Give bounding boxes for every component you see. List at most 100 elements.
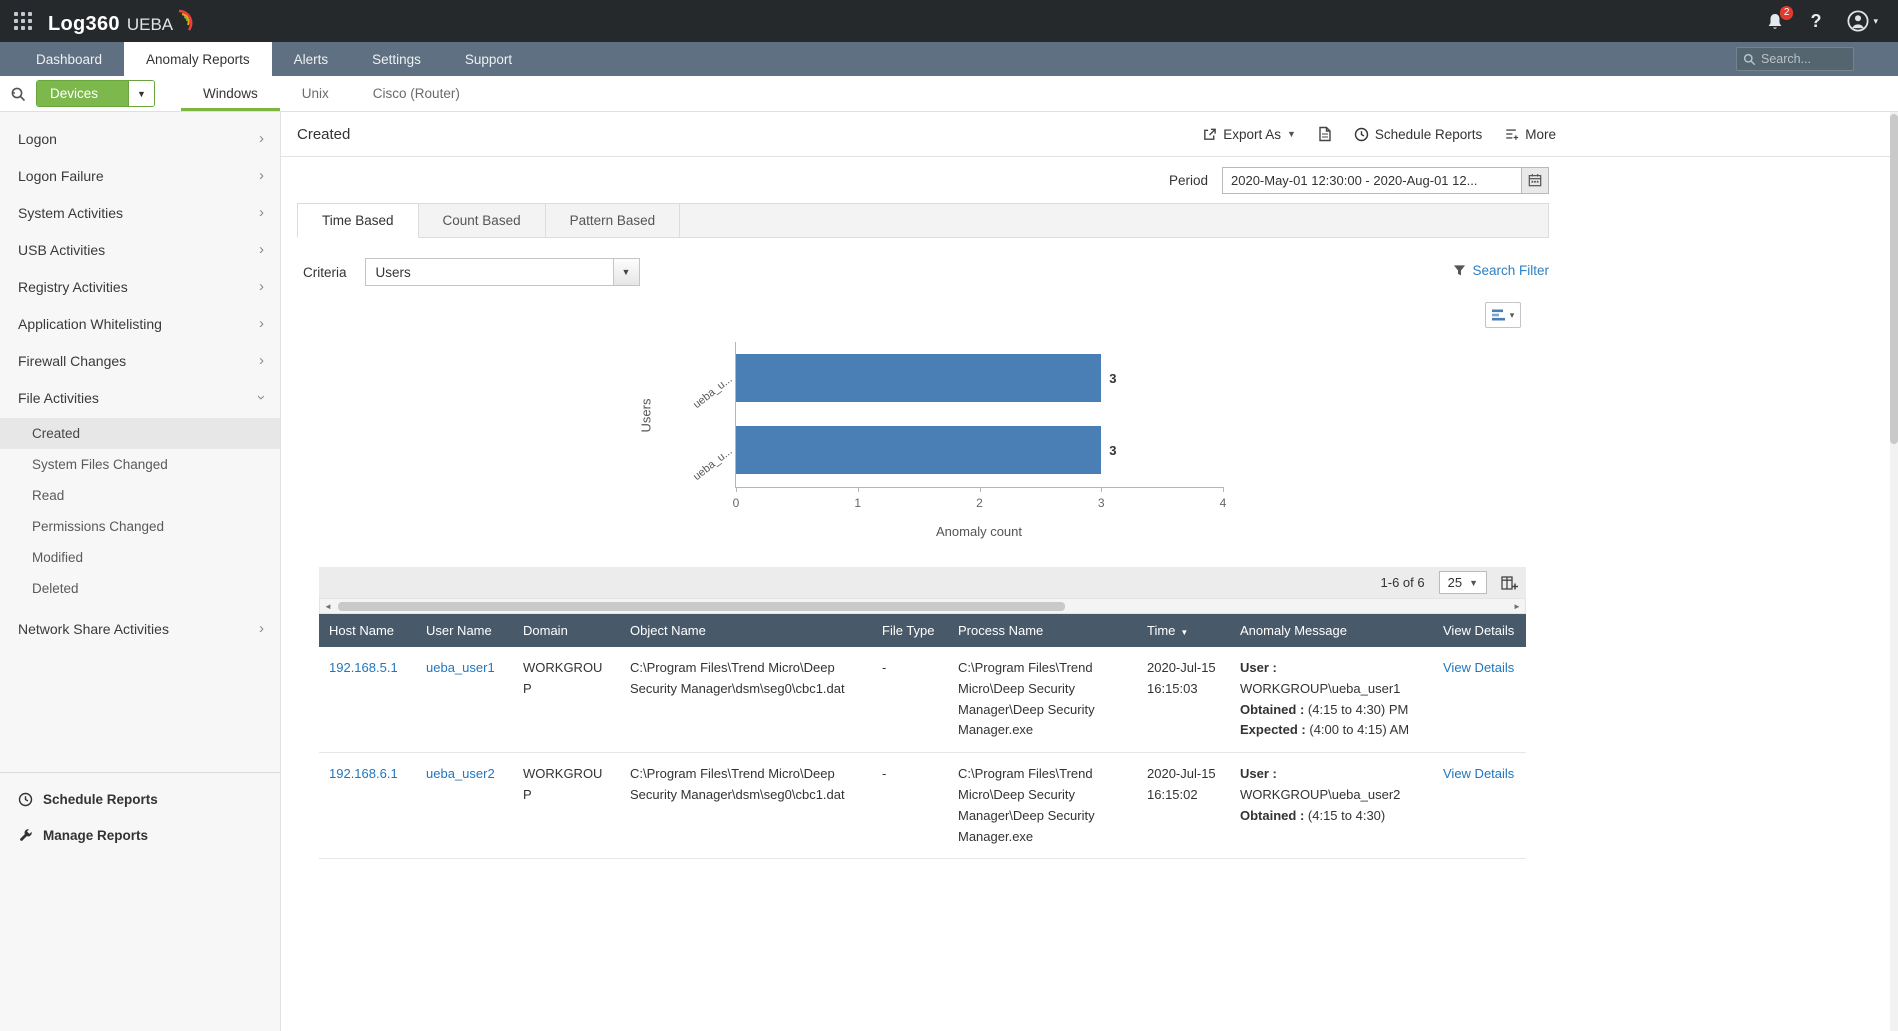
period-row: Period <box>297 157 1549 203</box>
host-link[interactable]: 192.168.5.1 <box>329 660 398 675</box>
host-link[interactable]: 192.168.6.1 <box>329 766 398 781</box>
help-button[interactable]: ? <box>1810 11 1821 32</box>
search-icon <box>1743 53 1756 66</box>
column-header-file-type[interactable]: File Type <box>872 614 948 647</box>
view-details-link[interactable]: View Details <box>1443 660 1514 675</box>
column-header-process-name[interactable]: Process Name <box>948 614 1137 647</box>
page-title: Created <box>297 126 350 143</box>
main-navigation: Dashboard Anomaly Reports Alerts Setting… <box>0 42 1898 76</box>
more-label: More <box>1525 127 1556 142</box>
schedule-reports-button[interactable]: Schedule Reports <box>1354 127 1482 142</box>
cell-anomaly-message: User : WORKGROUP\ueba_user2 Obtained : (… <box>1230 753 1433 859</box>
sidebar-item-logon[interactable]: Logon › <box>0 120 280 157</box>
msg-obtained-label: Obtained : <box>1240 808 1304 823</box>
app-launcher-icon[interactable] <box>14 12 32 30</box>
sidebar-item-usb-activities[interactable]: USB Activities › <box>0 231 280 268</box>
chart-category-label: ueba_u... <box>691 444 736 483</box>
devices-dropdown[interactable]: Devices ▼ <box>36 80 155 107</box>
sidebar-item-logon-failure[interactable]: Logon Failure › <box>0 157 280 194</box>
scroll-left-arrow[interactable]: ◄ <box>320 599 336 613</box>
sidebar-item-deleted[interactable]: Deleted <box>0 573 280 604</box>
time-date: 2020-Jul-15 <box>1147 764 1220 785</box>
report-header-row: Created Export As ▼ <box>281 112 1898 157</box>
sidebar-spacer <box>0 647 280 772</box>
cell-domain: WORKGROUP <box>513 753 620 859</box>
sidebar-schedule-reports[interactable]: Schedule Reports <box>0 781 280 817</box>
user-link[interactable]: ueba_user1 <box>426 660 495 675</box>
sidebar-item-label: System Activities <box>18 205 259 221</box>
tab-alerts[interactable]: Alerts <box>272 42 351 76</box>
sidebar-footer-label: Manage Reports <box>43 828 148 843</box>
column-header-object-name[interactable]: Object Name <box>620 614 872 647</box>
export-as-button[interactable]: Export As ▼ <box>1202 127 1296 142</box>
column-header-time-label: Time <box>1147 623 1175 638</box>
notifications-button[interactable]: 2 <box>1766 12 1784 31</box>
sidebar-item-network-share-activities[interactable]: Network Share Activities › <box>0 610 280 647</box>
tab-windows[interactable]: Windows <box>181 76 280 111</box>
chart-bar[interactable] <box>736 354 1101 402</box>
sidebar-item-file-activities[interactable]: File Activities › <box>0 379 280 416</box>
report-body: Period Time Based Count Based Pattern Ba… <box>297 157 1549 859</box>
column-header-anomaly-message[interactable]: Anomaly Message <box>1230 614 1433 647</box>
chevron-right-icon: › <box>259 315 264 332</box>
chart-type-selector[interactable]: ▾ <box>1485 302 1521 328</box>
sidebar-footer-label: Schedule Reports <box>43 792 158 807</box>
criteria-select[interactable]: Users ▼ <box>365 258 640 286</box>
scrollbar-thumb[interactable] <box>1890 114 1898 444</box>
user-link[interactable]: ueba_user2 <box>426 766 495 781</box>
anomaly-chart: ▾ Users ueba_u... ueba_u... 3 3 <box>297 294 1549 549</box>
user-menu-button[interactable]: ▾ <box>1847 10 1878 32</box>
tab-cisco-router[interactable]: Cisco (Router) <box>351 76 482 111</box>
chevron-down-icon: › <box>253 395 270 400</box>
sidebar-item-application-whitelisting[interactable]: Application Whitelisting › <box>0 305 280 342</box>
sidebar-item-modified[interactable]: Modified <box>0 542 280 573</box>
export-schedule-button[interactable] <box>1318 126 1332 142</box>
criteria-row: Criteria Users ▼ Search Filter <box>297 258 1549 286</box>
scrollbar-track[interactable] <box>336 599 1509 613</box>
bar-chart-icon <box>1492 309 1506 321</box>
tab-settings[interactable]: Settings <box>350 42 443 76</box>
sidebar-item-read[interactable]: Read <box>0 480 280 511</box>
more-button[interactable]: More <box>1504 127 1556 142</box>
view-details-link[interactable]: View Details <box>1443 766 1514 781</box>
tab-unix[interactable]: Unix <box>280 76 351 111</box>
tab-anomaly-reports[interactable]: Anomaly Reports <box>124 42 272 76</box>
scrollbar-thumb[interactable] <box>338 602 1065 611</box>
sidebar-item-system-files-changed[interactable]: System Files Changed <box>0 449 280 480</box>
column-chooser-button[interactable] <box>1501 575 1518 591</box>
logo-swoosh-icon <box>175 9 197 33</box>
scroll-right-arrow[interactable]: ► <box>1509 599 1525 613</box>
period-range-input[interactable] <box>1222 167 1522 194</box>
calendar-button[interactable] <box>1522 167 1549 194</box>
pagination-range: 1-6 of 6 <box>1381 575 1425 590</box>
sidebar-item-permissions-changed[interactable]: Permissions Changed <box>0 511 280 542</box>
tab-count-based[interactable]: Count Based <box>419 204 546 237</box>
sidebar-item-registry-activities[interactable]: Registry Activities › <box>0 268 280 305</box>
column-header-domain[interactable]: Domain <box>513 614 620 647</box>
tab-support[interactable]: Support <box>443 42 534 76</box>
sidebar-manage-reports[interactable]: Manage Reports <box>0 817 280 853</box>
global-search-input[interactable] <box>1761 52 1847 66</box>
tab-pattern-based[interactable]: Pattern Based <box>546 204 681 237</box>
sidebar-item-system-activities[interactable]: System Activities › <box>0 194 280 231</box>
sidebar-item-label: Logon <box>18 131 259 147</box>
column-header-user-name[interactable]: User Name <box>416 614 513 647</box>
chart-bar[interactable] <box>736 426 1101 474</box>
column-header-host-name[interactable]: Host Name <box>319 614 416 647</box>
vertical-scrollbar[interactable] <box>1890 112 1898 1031</box>
global-search-box[interactable] <box>1736 47 1854 71</box>
tab-time-based[interactable]: Time Based <box>297 203 419 238</box>
horizontal-scrollbar[interactable]: ◄ ► <box>319 598 1526 614</box>
tab-dashboard[interactable]: Dashboard <box>14 42 124 76</box>
x-tick-label: 0 <box>733 496 740 510</box>
column-header-time[interactable]: Time▼ <box>1137 614 1230 647</box>
page-size-dropdown[interactable]: 25 ▼ <box>1439 571 1487 594</box>
cell-object-name: C:\Program Files\Trend Micro\Deep Securi… <box>620 647 872 753</box>
sidebar-item-firewall-changes[interactable]: Firewall Changes › <box>0 342 280 379</box>
sidebar-search-toggle[interactable] <box>0 76 36 111</box>
search-filter-link[interactable]: Search Filter <box>1453 263 1549 278</box>
sidebar-item-created[interactable]: Created <box>0 418 280 449</box>
column-header-view-details[interactable]: View Details <box>1433 614 1526 647</box>
msg-expected-value: (4:00 to 4:15) AM <box>1309 722 1409 737</box>
clock-icon <box>18 792 33 807</box>
